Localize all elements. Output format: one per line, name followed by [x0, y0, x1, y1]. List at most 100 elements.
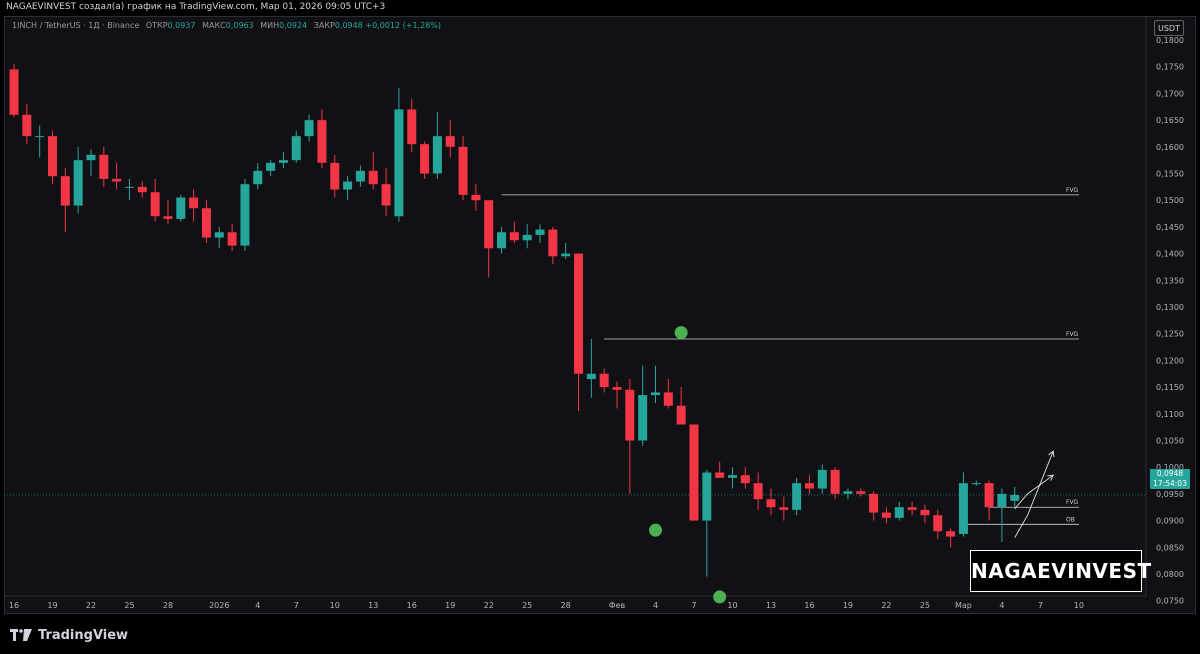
candle-body[interactable]	[124, 186, 134, 188]
candle-body[interactable]	[881, 512, 891, 518]
candle-body[interactable]	[99, 154, 109, 179]
candle-body[interactable]	[856, 491, 866, 494]
candle-body[interactable]	[740, 475, 750, 484]
candle-body[interactable]	[574, 253, 584, 374]
candle-body[interactable]	[612, 387, 622, 390]
candle-body[interactable]	[9, 69, 19, 115]
candle-body[interactable]	[804, 483, 814, 489]
candle-body[interactable]	[817, 469, 827, 489]
candle-body[interactable]	[137, 186, 147, 193]
candle-body[interactable]	[47, 136, 57, 177]
x-tick-label: 16	[407, 601, 417, 610]
candle-body[interactable]	[907, 507, 917, 510]
x-tick-label: 28	[163, 601, 173, 610]
candle-body[interactable]	[22, 114, 32, 137]
candle-body[interactable]	[240, 184, 250, 246]
candle-body[interactable]	[548, 229, 558, 257]
candle-body[interactable]	[394, 109, 404, 217]
candle-body[interactable]	[727, 475, 737, 478]
candle-body[interactable]	[676, 405, 686, 425]
candle-body[interactable]	[201, 208, 211, 238]
y-tick-label: 0,1100	[1156, 410, 1184, 419]
candle-body[interactable]	[509, 232, 519, 241]
candle-body[interactable]	[715, 472, 725, 478]
x-tick-label: 22	[881, 601, 891, 610]
candle-body[interactable]	[343, 181, 353, 190]
candle-body[interactable]	[73, 160, 83, 206]
x-tick-label: 10	[1074, 601, 1084, 610]
x-tick-label: 13	[766, 601, 776, 610]
candle-body[interactable]	[291, 136, 301, 161]
candle-body[interactable]	[766, 499, 776, 508]
candle-body[interactable]	[330, 162, 340, 190]
x-tick-label: 16	[9, 601, 19, 610]
candle-body[interactable]	[253, 170, 263, 185]
candle-body[interactable]	[702, 472, 712, 521]
candle-body[interactable]	[35, 136, 45, 138]
candle-body[interactable]	[497, 232, 507, 249]
candle-body[interactable]	[407, 109, 417, 145]
y-tick-label: 0,1250	[1156, 330, 1184, 339]
candle-body[interactable]	[663, 392, 673, 406]
x-tick-label: 22	[86, 601, 96, 610]
candle-body[interactable]	[86, 154, 96, 161]
x-tick-label: Мар	[955, 601, 972, 610]
candle-body[interactable]	[420, 144, 430, 174]
footer-brand[interactable]: TradingView	[10, 626, 128, 644]
candle-body[interactable]	[958, 483, 968, 534]
candle-body[interactable]	[830, 469, 840, 494]
candle-body[interactable]	[214, 232, 224, 238]
candle-body[interactable]	[227, 232, 237, 246]
candle-body[interactable]	[484, 200, 494, 249]
candle-body[interactable]	[176, 197, 186, 219]
candle-body[interactable]	[920, 509, 930, 516]
y-tick-label: 0,0850	[1156, 543, 1184, 552]
candle-body[interactable]	[894, 507, 904, 518]
x-tick-label: 28	[561, 601, 571, 610]
candle-body[interactable]	[625, 389, 635, 441]
candle-body[interactable]	[843, 491, 853, 494]
candle-body[interactable]	[60, 176, 70, 206]
swing-marker	[649, 523, 662, 537]
candle-body[interactable]	[586, 373, 596, 380]
candle-body[interactable]	[535, 229, 545, 235]
candle-body[interactable]	[651, 392, 660, 396]
x-tick-label: 19	[445, 601, 455, 610]
candle-body[interactable]	[317, 120, 327, 163]
candle-body[interactable]	[355, 170, 365, 182]
candle-body[interactable]	[599, 373, 609, 388]
candle-body[interactable]	[997, 493, 1007, 508]
candle-body[interactable]	[304, 120, 314, 137]
candle-body[interactable]	[112, 178, 122, 182]
current-price-tag: 0,0948 17:54:03	[1150, 469, 1190, 489]
candle-body[interactable]	[933, 515, 943, 532]
candle-body[interactable]	[792, 483, 802, 510]
candle-body[interactable]	[689, 424, 699, 521]
candle-body[interactable]	[278, 160, 288, 163]
candle-body[interactable]	[971, 483, 981, 485]
candle-body[interactable]	[561, 253, 571, 257]
candle-body[interactable]	[445, 136, 455, 147]
candle-body[interactable]	[368, 170, 378, 185]
y-tick-label: 0,1700	[1156, 89, 1184, 98]
candle-body[interactable]	[779, 507, 789, 510]
footer-brand-name: TradingView	[38, 627, 129, 643]
candle-body[interactable]	[163, 216, 173, 219]
candle-body[interactable]	[458, 146, 468, 195]
candle-body[interactable]	[1010, 494, 1020, 501]
y-tick-label: 0,1300	[1156, 303, 1184, 312]
x-tick-label: 7	[294, 601, 299, 610]
candle-body[interactable]	[150, 192, 160, 217]
candle-body[interactable]	[266, 162, 276, 171]
level-label: FVG	[1066, 499, 1079, 506]
candle-body[interactable]	[522, 234, 532, 241]
candle-body[interactable]	[869, 493, 879, 513]
candle-body[interactable]	[638, 395, 648, 441]
candle-body[interactable]	[381, 184, 391, 206]
candle-body[interactable]	[471, 194, 481, 201]
candle-body[interactable]	[946, 531, 956, 537]
candle-body[interactable]	[984, 483, 994, 508]
candle-body[interactable]	[189, 197, 199, 209]
candle-body[interactable]	[432, 136, 442, 174]
candle-body[interactable]	[753, 483, 763, 500]
